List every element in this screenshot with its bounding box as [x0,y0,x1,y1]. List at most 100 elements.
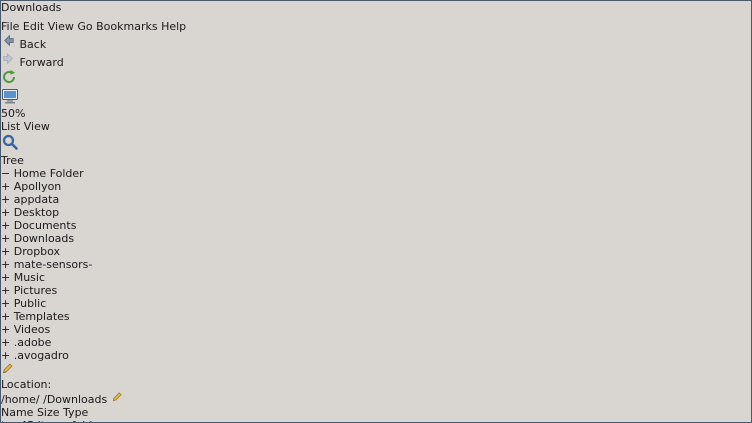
tree-expander[interactable]: + [1,297,10,310]
view-mode-select[interactable]: List View [1,120,751,133]
sidebar-mode-value: Tree [1,154,24,167]
tree-expander[interactable]: − [1,167,10,180]
left-file-pane: Location: /home/ /Downloads [1,362,751,423]
menu-item[interactable]: Help [161,20,186,33]
back-button[interactable]: Back [1,33,751,51]
view-mode-value: List View [1,120,50,133]
tree-item[interactable]: + Documents [1,219,751,232]
back-group: Back [1,33,751,51]
tree-expander[interactable]: + [1,310,10,323]
tree-item-label: .adobe [14,336,52,349]
pencil-icon[interactable] [111,393,123,406]
column-header-size[interactable]: Size [37,406,60,419]
location-label: Location: [1,378,51,391]
file-name: tor [1,419,17,423]
tree-item[interactable]: + .avogadro [1,349,751,362]
tree-expander[interactable]: + [1,349,10,362]
file-manager-window: Downloads File Edit View Go Bookmarks He… [0,0,752,423]
list-header: Name Size Type [1,406,751,419]
content-column: Location: /home/ /Downloads [1,362,751,423]
tree-item-label: appdata [14,193,59,206]
tree-item[interactable]: + appdata [1,193,751,206]
tree-expander[interactable]: + [1,245,10,258]
file-type: folder [72,419,104,423]
search-icon [1,141,19,154]
menu-item[interactable]: Go [77,20,92,33]
directory-tree: − Home Folder + Apollyon + [1,167,751,362]
forward-label: Forward [20,56,64,69]
tree-item[interactable]: + Templates [1,310,751,323]
file-row[interactable]: tor 45 items folder [1,419,751,423]
file-size: 45 items [20,419,68,423]
toolbar: Back Forward [1,33,751,154]
tree-item-label: .avogadro [14,349,69,362]
tree-item-label: Dropbox [14,245,60,258]
column-header-type[interactable]: Type [63,406,88,419]
file-table: Name Size Type tor [1,406,751,423]
tree-item[interactable]: + Apollyon [1,180,751,193]
tree-item-label: Apollyon [14,180,62,193]
menubar: File Edit View Go Bookmarks Help [1,20,751,33]
edit-path-button[interactable] [1,362,751,378]
sidebar: Tree − Home Folder + [1,154,751,362]
panes: Location: /home/ /Downloads [1,362,751,423]
tree-expander[interactable]: + [1,323,10,336]
tree-expander[interactable]: + [1,206,10,219]
tree-item[interactable]: + Public [1,297,751,310]
forward-group: Forward [1,51,751,69]
tree-item[interactable]: + Desktop [1,206,751,219]
window-title: Downloads [1,1,61,14]
tree-expander[interactable]: + [1,271,10,284]
column-header-name[interactable]: Name [1,406,33,419]
path-prefix: /home/ [1,393,40,406]
left-location-input[interactable]: /home/ /Downloads [1,391,751,406]
sidebar-mode-select[interactable]: Tree [1,154,751,167]
computer-button[interactable] [1,88,751,107]
tree-expander[interactable]: + [1,193,10,206]
back-label: Back [20,38,47,51]
tree-item-label: Desktop [14,206,59,219]
menu-item[interactable]: Bookmarks [96,20,157,33]
computer-icon [1,94,19,107]
tree-item-label: Music [14,271,45,284]
tree-item[interactable]: + Videos [1,323,751,336]
left-location-row: Location: /home/ /Downloads [1,362,751,406]
sidebar-header: Tree [1,154,751,167]
tree-item-label: Public [14,297,47,310]
tree-item-label: Videos [14,323,51,336]
forward-icon [1,56,20,69]
tree-item[interactable]: + .adobe [1,336,751,349]
tree-expander[interactable]: + [1,232,10,245]
path-suffix: /Downloads [43,393,107,406]
tree-item-label: Downloads [14,232,74,245]
tree-item-label: Documents [14,219,77,232]
tree-item[interactable]: − Home Folder [1,167,751,180]
search-button[interactable] [1,133,751,154]
file-list: Name Size Type tor [1,406,751,423]
main-area: Tree − Home Folder + [1,154,751,423]
tree-item[interactable]: + Pictures [1,284,751,297]
tree-item[interactable]: + Music [1,271,751,284]
pencil-icon [1,365,14,378]
tree-item-label: Pictures [14,284,58,297]
tree-expander[interactable]: + [1,284,10,297]
titlebar[interactable]: Downloads [1,1,751,20]
tree-expander[interactable]: + [1,336,10,349]
tree-expander[interactable]: + [1,258,10,271]
tree-item[interactable]: + mate-sensors- [1,258,751,271]
menu-item[interactable]: File [1,20,19,33]
zoom-level: 50% [1,107,25,120]
tree-item[interactable]: + Dropbox [1,245,751,258]
reload-button[interactable] [1,69,751,88]
menu-item[interactable]: Edit [23,20,44,33]
tree-item[interactable]: + Downloads [1,232,751,245]
tree-expander[interactable]: + [1,219,10,232]
tree-item-label: Home Folder [14,167,84,180]
tree-item-label: Templates [14,310,70,323]
forward-button[interactable]: Forward [1,51,751,69]
tree-expander[interactable]: + [1,180,10,193]
tree-item-label: mate-sensors- [14,258,93,271]
menu-item[interactable]: View [48,20,74,33]
file-rows: tor 45 items folder [1,419,751,423]
back-icon [1,38,20,51]
